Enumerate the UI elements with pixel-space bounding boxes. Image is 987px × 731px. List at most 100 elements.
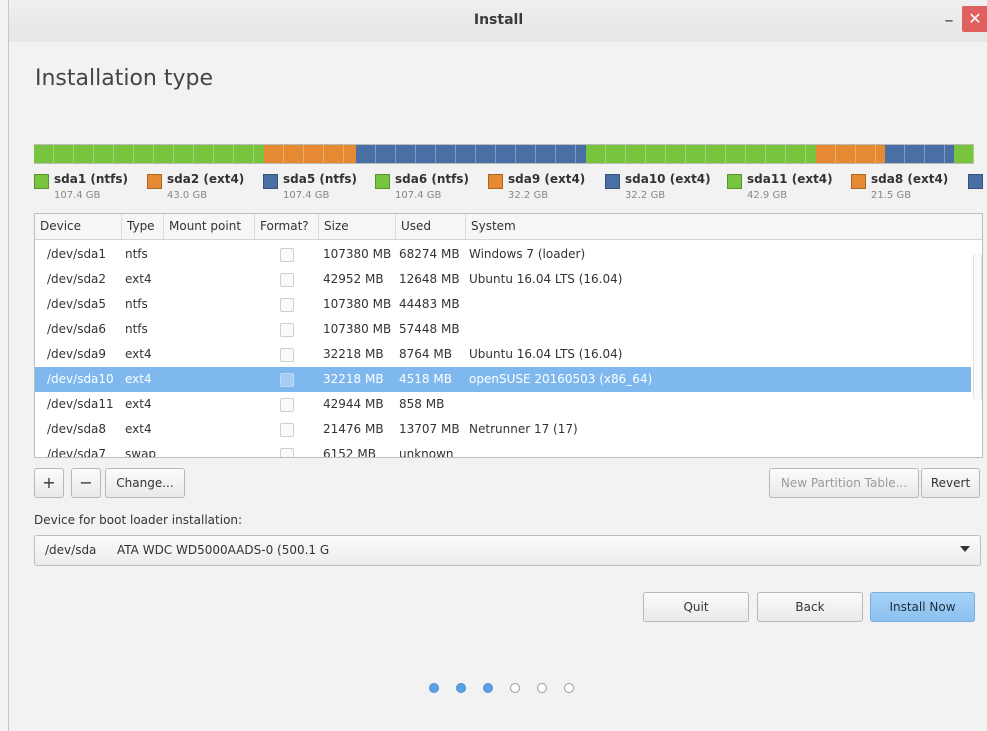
bootloader-device-select[interactable]: /dev/sda ATA WDC WD5000AADS-0 (500.1 G bbox=[34, 535, 981, 566]
partition-segment-sda11 bbox=[954, 145, 974, 163]
legend-name: sda6 (ntfs) bbox=[395, 172, 469, 186]
legend-name: sda1 (ntfs) bbox=[54, 172, 128, 186]
used-cell: 12648 MB bbox=[399, 272, 460, 286]
partition-table[interactable]: Device Type Mount point Format? Size Use… bbox=[34, 213, 983, 458]
progress-step-dot bbox=[564, 683, 574, 693]
legend-swatch bbox=[488, 174, 503, 189]
progress-step-dot bbox=[456, 683, 466, 693]
table-row[interactable]: /dev/sda8 ext4 21476 MB 13707 MB Netrunner 1… bbox=[35, 417, 971, 442]
progress-step-dot bbox=[510, 683, 520, 693]
change-partition-button[interactable]: Change... bbox=[105, 468, 185, 498]
progress-step-dot bbox=[429, 683, 439, 693]
install-now-button[interactable]: Install Now bbox=[870, 592, 975, 622]
legend-name: sda11 (ext4) bbox=[747, 172, 833, 186]
device-cell: /dev/sda1 bbox=[47, 247, 107, 261]
size-cell: 32218 MB bbox=[323, 372, 384, 386]
device-cell: /dev/sda6 bbox=[47, 322, 107, 336]
legend-swatch bbox=[147, 174, 162, 189]
device-cell: /dev/sda9 bbox=[47, 347, 107, 361]
table-row[interactable]: /dev/sda7 swap 6152 MB unknown bbox=[35, 442, 971, 458]
table-header: Device Type Mount point Format? Size Use… bbox=[35, 214, 982, 240]
column-header-system[interactable]: System bbox=[466, 214, 982, 239]
used-cell: 8764 MB bbox=[399, 347, 452, 361]
minimize-button[interactable]: – bbox=[938, 10, 960, 32]
table-row[interactable]: /dev/sda5 ntfs 107380 MB 44483 MB bbox=[35, 292, 971, 317]
column-header-mount-point[interactable]: Mount point bbox=[164, 214, 255, 239]
legend-size: 107.4 GB bbox=[283, 190, 330, 201]
table-row[interactable]: /dev/sda10 ext4 32218 MB 4518 MB openSUSE 20… bbox=[35, 367, 971, 392]
type-cell: ntfs bbox=[125, 247, 148, 261]
quit-button[interactable]: Quit bbox=[643, 592, 749, 622]
format-checkbox[interactable] bbox=[280, 398, 294, 412]
system-cell: Windows 7 (loader) bbox=[469, 247, 586, 261]
format-checkbox[interactable] bbox=[280, 348, 294, 362]
legend-size: 42.9 GB bbox=[747, 190, 788, 201]
format-checkbox[interactable] bbox=[280, 423, 294, 437]
legend-size: 32.2 GB bbox=[508, 190, 549, 201]
installer-window: Install – ✕ Installation type sda1 (ntfs… bbox=[8, 0, 987, 731]
legend-name: sda8 (ext4) bbox=[871, 172, 949, 186]
table-row[interactable]: /dev/sda11 ext4 42944 MB 858 MB bbox=[35, 392, 971, 417]
legend-swatch bbox=[605, 174, 620, 189]
format-checkbox[interactable] bbox=[280, 323, 294, 337]
table-scrollbar[interactable] bbox=[973, 254, 982, 400]
system-cell: Ubuntu 16.04 LTS (16.04) bbox=[469, 272, 623, 286]
page-title: Installation type bbox=[35, 66, 213, 91]
type-cell: ext4 bbox=[125, 422, 152, 436]
window-title: Install bbox=[473, 12, 524, 28]
legend-swatch bbox=[375, 174, 390, 189]
progress-step-dot bbox=[537, 683, 547, 693]
progress-step-dot bbox=[483, 683, 493, 693]
legend-swatch bbox=[34, 174, 49, 189]
legend-swatch bbox=[727, 174, 742, 189]
format-checkbox[interactable] bbox=[280, 248, 294, 262]
used-cell: 68274 MB bbox=[399, 247, 460, 261]
table-row[interactable]: /dev/sda6 ntfs 107380 MB 57448 MB bbox=[35, 317, 971, 342]
column-header-device[interactable]: Device bbox=[35, 214, 122, 239]
legend-name: sda2 (ext4) bbox=[167, 172, 245, 186]
device-cell: /dev/sda2 bbox=[47, 272, 107, 286]
size-cell: 42944 MB bbox=[323, 397, 384, 411]
legend-name: sda9 (ext4) bbox=[508, 172, 586, 186]
format-checkbox[interactable] bbox=[280, 298, 294, 312]
legend-swatch bbox=[851, 174, 866, 189]
format-checkbox[interactable] bbox=[280, 273, 294, 287]
type-cell: ext4 bbox=[125, 272, 152, 286]
table-row[interactable]: /dev/sda9 ext4 32218 MB 8764 MB Ubuntu 16.04… bbox=[35, 342, 971, 367]
format-checkbox[interactable] bbox=[280, 373, 294, 387]
back-button[interactable]: Back bbox=[757, 592, 863, 622]
legend-swatch bbox=[968, 174, 983, 189]
type-cell: ext4 bbox=[125, 347, 152, 361]
size-cell: 21476 MB bbox=[323, 422, 384, 436]
legend-swatch bbox=[263, 174, 278, 189]
column-header-type[interactable]: Type bbox=[122, 214, 164, 239]
table-row[interactable]: /dev/sda1 ntfs 107380 MB 68274 MB Windows 7 … bbox=[35, 242, 971, 267]
type-cell: swap bbox=[125, 447, 157, 458]
revert-button[interactable]: Revert bbox=[921, 468, 980, 498]
legend-size: 43.0 GB bbox=[167, 190, 208, 201]
system-cell: openSUSE 20160503 (x86_64) bbox=[469, 372, 653, 386]
type-cell: ext4 bbox=[125, 397, 152, 411]
table-row[interactable]: /dev/sda2 ext4 42952 MB 12648 MB Ubuntu 16.0… bbox=[35, 267, 971, 292]
partition-segment-sda1 bbox=[34, 145, 264, 163]
add-partition-button[interactable]: + bbox=[34, 468, 64, 498]
partition-legend: sda1 (ntfs) 107.4 GB sda2 (ext4) 43.0 GB sda… bbox=[34, 172, 984, 372]
column-header-size[interactable]: Size bbox=[319, 214, 396, 239]
format-checkbox[interactable] bbox=[280, 448, 294, 457]
device-cell: /dev/sda11 bbox=[47, 397, 114, 411]
new-partition-table-button[interactable]: New Partition Table... bbox=[769, 468, 919, 498]
size-cell: 107380 MB bbox=[323, 322, 392, 336]
device-cell: /dev/sda10 bbox=[47, 372, 114, 386]
close-button[interactable]: ✕ bbox=[962, 6, 987, 32]
column-header-format[interactable]: Format? bbox=[255, 214, 319, 239]
column-header-used[interactable]: Used bbox=[396, 214, 466, 239]
legend-size: 107.4 GB bbox=[395, 190, 442, 201]
partition-segment-sda10 bbox=[885, 145, 954, 163]
remove-partition-button[interactable]: − bbox=[71, 468, 101, 498]
used-cell: unknown bbox=[399, 447, 454, 458]
device-cell: /dev/sda7 bbox=[47, 447, 107, 458]
bootloader-label: Device for boot loader installation: bbox=[34, 513, 243, 527]
title-bar: Install – ✕ bbox=[9, 0, 987, 42]
legend-name: sda10 (ext4) bbox=[625, 172, 711, 186]
partition-bar bbox=[34, 144, 974, 164]
